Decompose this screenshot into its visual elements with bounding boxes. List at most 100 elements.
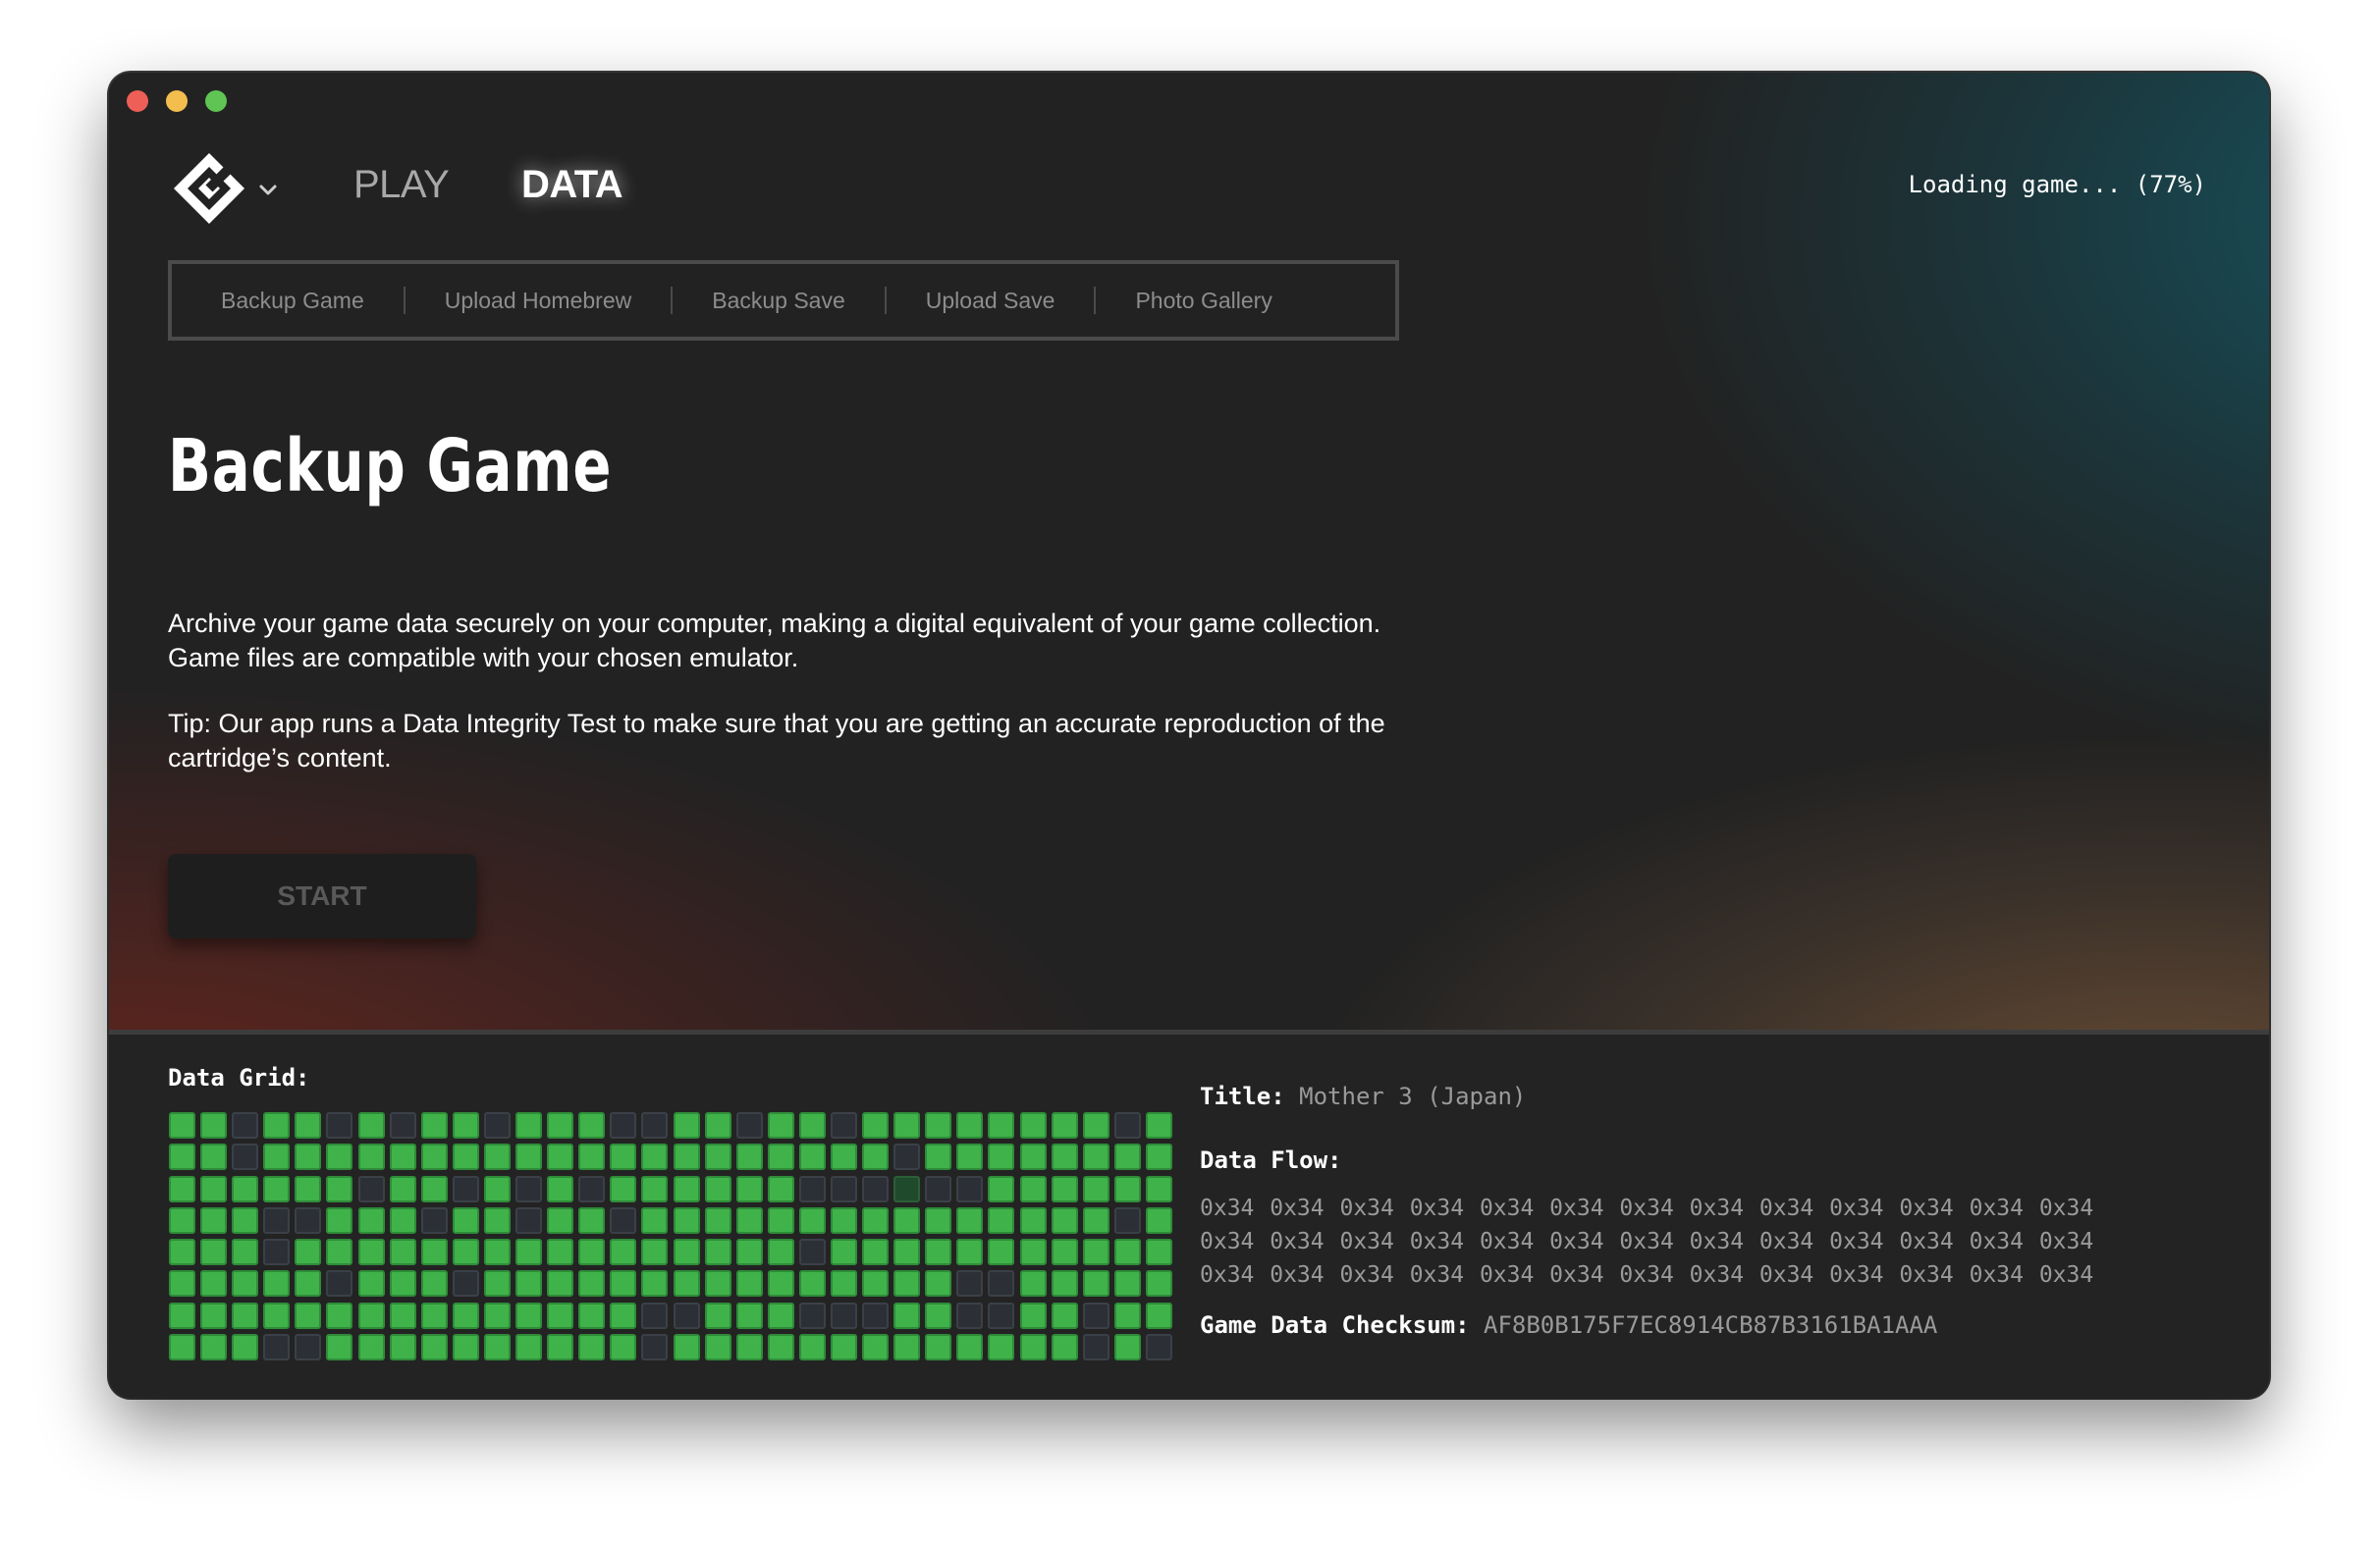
data-grid-cell: [263, 1302, 291, 1329]
data-grid-cell: [988, 1302, 1015, 1329]
data-grid-cell: [547, 1112, 574, 1139]
data-grid-cell: [169, 1144, 195, 1171]
data-grid-cell: [326, 1175, 353, 1202]
data-grid-cell: [452, 1270, 479, 1298]
data-grid-cell: [295, 1206, 322, 1234]
minimize-window-button[interactable]: [166, 90, 188, 112]
data-grid-cell: [1145, 1270, 1172, 1298]
checksum-label: Game Data Checksum:: [1200, 1311, 1470, 1339]
data-grid-cell: [1082, 1206, 1109, 1234]
subnav-item-photo-gallery[interactable]: Photo Gallery: [1135, 288, 1271, 314]
data-grid-cell: [1051, 1206, 1078, 1234]
data-grid-cell: [862, 1334, 890, 1361]
data-grid-cell: [1145, 1302, 1172, 1329]
data-grid-cell: [547, 1239, 574, 1266]
data-flow-row: 0x34 0x34 0x34 0x34 0x34 0x34 0x34 0x34 …: [1200, 1229, 2094, 1254]
app-window: PLAY DATA Loading game... (77%) Backup G…: [109, 73, 2269, 1398]
data-grid-cell: [232, 1270, 259, 1298]
data-grid-cell: [578, 1144, 606, 1171]
data-grid-cell: [893, 1270, 921, 1298]
data-grid-cell: [893, 1206, 921, 1234]
data-grid-cell: [704, 1302, 731, 1329]
data-grid-cell: [547, 1302, 574, 1329]
data-grid-cell: [295, 1302, 322, 1329]
data-grid-cell: [610, 1206, 637, 1234]
data-grid-cell: [420, 1270, 448, 1298]
data-grid-cell: [232, 1239, 259, 1266]
data-grid-cell: [1051, 1239, 1078, 1266]
data-grid-cell: [326, 1206, 353, 1234]
data-grid-cell: [515, 1270, 543, 1298]
data-grid-cell: [452, 1334, 479, 1361]
nav-data-tab[interactable]: DATA: [521, 163, 623, 207]
data-grid-cell: [295, 1270, 322, 1298]
emulator-logo-icon[interactable]: [172, 151, 246, 226]
data-grid-cell: [1082, 1112, 1109, 1139]
data-grid-cell: [578, 1206, 606, 1234]
data-grid-cell: [925, 1175, 952, 1202]
data-grid-cell: [232, 1175, 259, 1202]
subnav-item-upload-homebrew[interactable]: Upload Homebrew: [445, 288, 631, 314]
data-grid-cell: [169, 1270, 195, 1298]
data-grid-cell: [200, 1175, 228, 1202]
data-grid-cell: [641, 1112, 669, 1139]
data-grid-cell: [1113, 1239, 1141, 1266]
data-grid-cell: [673, 1239, 700, 1266]
data-grid-cell: [830, 1239, 857, 1266]
data-grid-cell: [767, 1239, 794, 1266]
subnav-item-upload-save[interactable]: Upload Save: [926, 288, 1055, 314]
data-grid-cell: [1082, 1239, 1109, 1266]
data-grid-cell: [389, 1175, 416, 1202]
data-grid-cell: [1145, 1239, 1172, 1266]
data-grid-cell: [232, 1144, 259, 1171]
data-grid-cell: [673, 1206, 700, 1234]
data-grid-cell: [925, 1144, 952, 1171]
data-grid-cell: [767, 1334, 794, 1361]
data-grid-cell: [420, 1175, 448, 1202]
data-grid-cell: [862, 1270, 890, 1298]
data-grid-cell: [420, 1334, 448, 1361]
start-button[interactable]: START: [168, 854, 476, 938]
chevron-down-icon[interactable]: [256, 179, 280, 202]
data-grid-cell: [578, 1112, 606, 1139]
close-window-button[interactable]: [127, 90, 148, 112]
data-grid-cell: [515, 1302, 543, 1329]
subnav-divider: [671, 287, 674, 314]
data-grid-cell: [641, 1302, 669, 1329]
data-grid-cell: [893, 1334, 921, 1361]
data-grid-cell: [798, 1302, 826, 1329]
data-grid-cell: [1113, 1334, 1141, 1361]
data-grid-cell: [547, 1144, 574, 1171]
data-grid-cell: [1113, 1112, 1141, 1139]
data-grid-cell: [1145, 1112, 1172, 1139]
data-grid-cell: [1145, 1175, 1172, 1202]
data-grid-cell: [893, 1302, 921, 1329]
page-description: Archive your game data securely on your …: [168, 609, 1381, 672]
data-grid-cell: [893, 1112, 921, 1139]
data-grid-cell: [420, 1112, 448, 1139]
data-grid-cell: [830, 1302, 857, 1329]
data-grid-cell: [956, 1334, 984, 1361]
subnav-item-backup-game[interactable]: Backup Game: [221, 288, 364, 314]
data-grid-cell: [641, 1175, 669, 1202]
data-grid-cell: [1113, 1302, 1141, 1329]
data-grid-cell: [988, 1175, 1015, 1202]
data-grid-cell: [357, 1334, 385, 1361]
nav-play-tab[interactable]: PLAY: [353, 163, 450, 207]
subnav-item-backup-save[interactable]: Backup Save: [712, 288, 845, 314]
data-grid-cell: [925, 1270, 952, 1298]
data-grid-cell: [1019, 1206, 1047, 1234]
data-grid-cell: [515, 1144, 543, 1171]
data-grid-cell: [357, 1175, 385, 1202]
data-grid-cell: [200, 1270, 228, 1298]
data-grid-cell: [452, 1302, 479, 1329]
data-grid-cell: [357, 1206, 385, 1234]
zoom-window-button[interactable]: [205, 90, 227, 112]
data-grid-cell: [610, 1302, 637, 1329]
data-grid-cell: [704, 1144, 731, 1171]
data-grid-cell: [295, 1334, 322, 1361]
data-grid-cell: [862, 1302, 890, 1329]
subnav-divider: [884, 287, 887, 314]
data-grid-cell: [295, 1144, 322, 1171]
data-grid-cell: [200, 1206, 228, 1234]
